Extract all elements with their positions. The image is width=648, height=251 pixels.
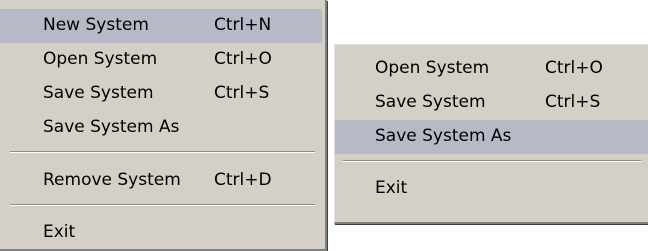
menu-item-shortcut: Ctrl+D (214, 170, 272, 190)
menu-item-label: Save System As (375, 126, 512, 146)
menu-separator (10, 204, 315, 206)
menu-item-label: Save System (375, 92, 486, 112)
menu-separator (10, 151, 315, 153)
menu-item-label: Save System (43, 83, 154, 103)
menu-item-shortcut: Ctrl+O (545, 58, 603, 78)
menu-item-open-system[interactable]: Open System Ctrl+O (0, 43, 322, 77)
menu-item-save-system-as[interactable]: Save System As (335, 120, 648, 154)
menu-item-label: Open System (43, 49, 158, 69)
menu-item-shortcut: Ctrl+N (214, 15, 272, 35)
menu-item-remove-system[interactable]: Remove System Ctrl+D (0, 164, 322, 198)
menu-item-save-system-as[interactable]: Save System As (0, 111, 322, 145)
menu-item-save-system[interactable]: Save System Ctrl+S (0, 77, 322, 111)
menu-item-label: New System (43, 15, 149, 35)
menu-item-exit[interactable]: Exit (0, 216, 322, 250)
menu-item-open-system[interactable]: Open System Ctrl+O (335, 52, 648, 86)
menu-item-label: Remove System (43, 170, 181, 190)
menu-item-label: Save System As (43, 117, 180, 137)
file-menu-left: New System Ctrl+N Open System Ctrl+O Sav… (0, 0, 327, 251)
menu-item-shortcut: Ctrl+S (545, 92, 601, 112)
menu-item-shortcut: Ctrl+O (214, 49, 272, 69)
menu-separator (343, 160, 641, 162)
menu-item-new-system[interactable]: New System Ctrl+N (0, 9, 322, 43)
menu-item-shortcut: Ctrl+S (214, 83, 270, 103)
file-menu-right: Open System Ctrl+O Save System Ctrl+S Sa… (334, 44, 648, 224)
menu-item-label: Open System (375, 58, 490, 78)
menu-item-label: Exit (43, 222, 76, 242)
menu-item-save-system[interactable]: Save System Ctrl+S (335, 86, 648, 120)
menu-item-label: Exit (375, 178, 408, 198)
menu-item-exit[interactable]: Exit (335, 172, 648, 206)
